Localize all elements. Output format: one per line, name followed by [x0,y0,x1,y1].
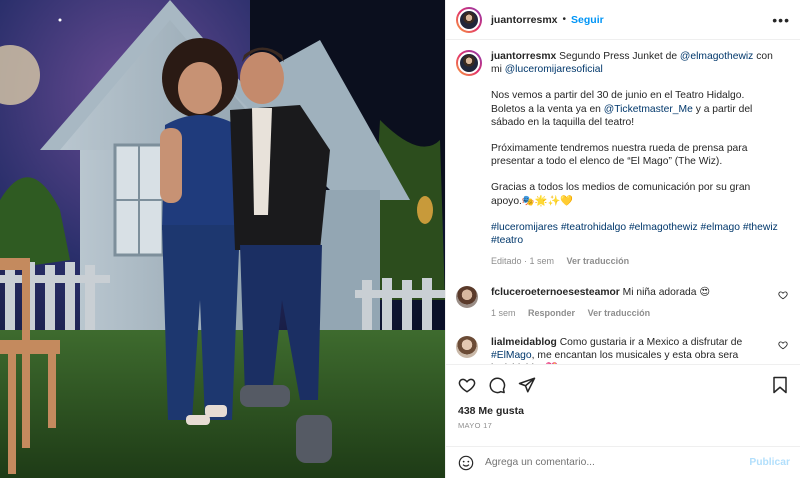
comment-item: lialmeidablog Como gustaria ir a Mexico … [456,335,788,364]
commenter-avatar[interactable] [456,335,478,358]
post-header: juantorresmx • Seguir ••• [446,0,800,40]
comment-input[interactable] [485,457,750,468]
hashtag-link[interactable]: #ElMago [491,350,532,361]
post-side-panel: juantorresmx • Seguir ••• juantorresmx S… [445,0,800,478]
comment-text: Mi niña adorada 😍 [622,287,711,299]
post-actions: 438 Me gusta MAYO 17 [446,364,800,446]
translate-button[interactable]: Ver traducción [588,308,651,318]
commenter-username[interactable]: fcluceroeternoesesteamor [491,287,620,298]
commenter-username[interactable]: lialmeidablog [491,337,557,348]
edited-time: Editado · 1 sem [491,256,555,267]
mention-link[interactable]: @Ticketmaster_Me [604,104,693,115]
add-comment-bar: Publicar [446,446,800,478]
emoji-icon[interactable] [458,455,474,471]
caption-paragraph-3: Próximamente tendremos nuestra rueda de … [491,143,748,168]
caption-hashtags[interactable]: #luceromijares #teatrohidalgo #elmagothe… [491,221,781,247]
comment-text: Como gustaria ir a Mexico a disfrutar de [559,336,743,348]
bookmark-icon[interactable] [772,376,788,394]
post-photo[interactable] [0,0,445,478]
commenter-avatar[interactable] [456,286,478,309]
caption-author-avatar[interactable] [456,50,482,76]
comment-like-icon[interactable] [778,290,788,300]
comments-scroll-area[interactable]: juantorresmx Segundo Press Junket de @el… [446,40,800,364]
mention-link[interactable]: @elmagothewiz [680,51,753,62]
comment-item: fcluceroeternoesesteamor Mi niña adorada… [456,286,788,319]
caption-paragraph-1: juantorresmx Segundo Press Junket de @el… [491,50,781,76]
mention-link[interactable]: @luceromijaresoficial [505,64,603,75]
separator-dot: • [562,14,567,25]
caption-author[interactable]: juantorresmx [491,51,556,62]
caption-paragraph-4: Gracias a todos los medios de comunicaci… [491,182,751,207]
publish-button[interactable]: Publicar [749,457,790,468]
caption-meta: Editado · 1 sem Ver traducción [491,255,781,268]
heart-icon[interactable] [458,376,476,394]
comment-meta: 1 sem Responder Ver traducción [491,307,761,320]
author-avatar[interactable] [456,6,482,33]
translate-button[interactable]: Ver traducción [567,256,630,266]
more-options-icon[interactable]: ••• [772,12,790,28]
comment-icon[interactable] [488,376,506,394]
caption-text: Segundo Press Junket de [559,51,680,62]
action-icons [458,374,788,396]
share-icon[interactable] [518,376,536,394]
comment-time: 1 sem [491,307,516,318]
comment-like-icon[interactable] [778,340,788,350]
comment-body: fcluceroeternoesesteamor Mi niña adorada… [491,286,761,319]
reply-button[interactable]: Responder [528,308,575,318]
post-image [0,0,445,478]
follow-button[interactable]: Seguir [571,14,604,26]
likes-count[interactable]: 438 Me gusta [458,405,788,417]
caption-paragraph-2: Nos vemos a partir del 30 de junio en el… [491,89,781,129]
caption-body: juantorresmx Segundo Press Junket de @el… [491,50,781,268]
author-username[interactable]: juantorresmx [491,14,558,26]
caption: juantorresmx Segundo Press Junket de @el… [456,50,788,268]
comment-body: lialmeidablog Como gustaria ir a Mexico … [491,336,761,364]
post-date: MAYO 17 [458,421,493,430]
